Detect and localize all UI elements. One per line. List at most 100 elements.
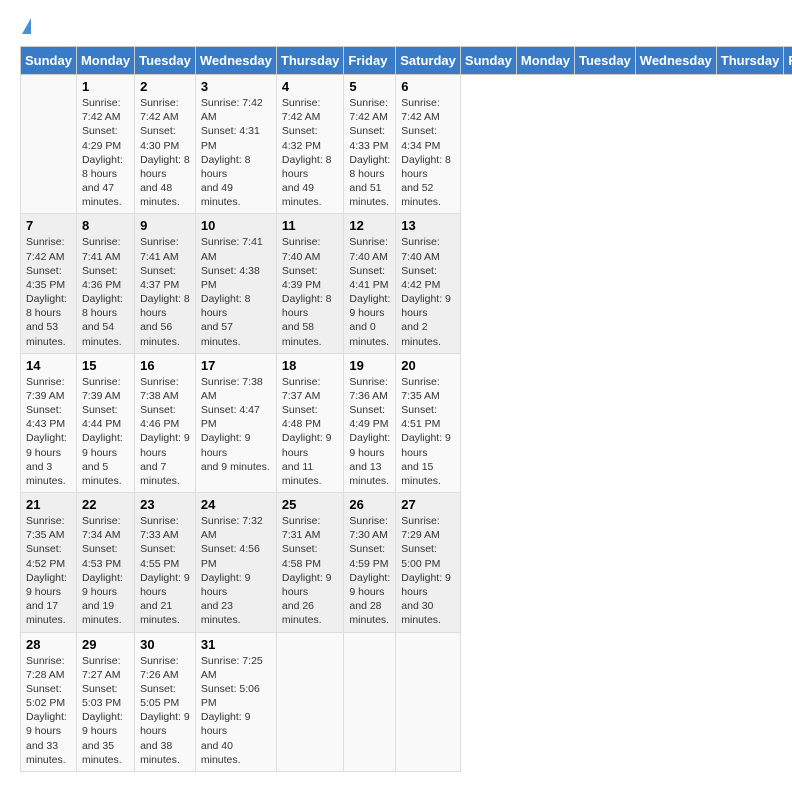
calendar-cell: 10 Sunrise: 7:41 AMSunset: 4:38 PMDayligh… xyxy=(195,214,276,353)
weekday-header-monday: Monday xyxy=(516,47,574,75)
logo-triangle-icon xyxy=(22,18,31,34)
weekday-header-sunday: Sunday xyxy=(21,47,77,75)
day-info: Sunrise: 7:37 AMSunset: 4:48 PMDaylight:… xyxy=(282,375,339,488)
day-info: Sunrise: 7:33 AMSunset: 4:55 PMDaylight:… xyxy=(140,514,190,627)
calendar-cell: 28Sunrise: 7:28 AMSunset: 5:02 PMDayligh… xyxy=(21,632,77,771)
calendar-cell: 12 Sunrise: 7:40 AMSunset: 4:41 PMDayligh… xyxy=(344,214,396,353)
calendar-cell: 16 Sunrise: 7:38 AMSunset: 4:46 PMDayligh… xyxy=(135,353,196,492)
day-info: Sunrise: 7:25 AMSunset: 5:06 PMDaylight:… xyxy=(201,654,271,767)
day-info: Sunrise: 7:38 AMSunset: 4:47 PMDaylight:… xyxy=(201,375,271,474)
day-number: 2 xyxy=(140,79,190,94)
calendar-cell: 22Sunrise: 7:34 AMSunset: 4:53 PMDayligh… xyxy=(76,493,134,632)
day-info: Sunrise: 7:42 AMSunset: 4:35 PMDaylight:… xyxy=(26,235,71,348)
day-number: 25 xyxy=(282,497,339,512)
day-info: Sunrise: 7:29 AMSunset: 5:00 PMDaylight:… xyxy=(401,514,455,627)
calendar-cell: 14 Sunrise: 7:39 AMSunset: 4:43 PMDayligh… xyxy=(21,353,77,492)
calendar-cell: 25 Sunrise: 7:31 AMSunset: 4:58 PMDayligh… xyxy=(276,493,344,632)
calendar-cell xyxy=(344,632,396,771)
calendar-cell: 2 Sunrise: 7:42 AMSunset: 4:30 PMDaylight… xyxy=(135,75,196,214)
day-info: Sunrise: 7:40 AMSunset: 4:41 PMDaylight:… xyxy=(349,235,390,348)
day-number: 27 xyxy=(401,497,455,512)
weekday-header-tuesday: Tuesday xyxy=(575,47,636,75)
weekday-header-wednesday: Wednesday xyxy=(635,47,716,75)
weekday-header-thursday: Thursday xyxy=(276,47,344,75)
day-info: Sunrise: 7:40 AMSunset: 4:42 PMDaylight:… xyxy=(401,235,455,348)
calendar-cell: 31 Sunrise: 7:25 AMSunset: 5:06 PMDayligh… xyxy=(195,632,276,771)
weekday-header-thursday: Thursday xyxy=(716,47,784,75)
calendar-cell: 29 Sunrise: 7:27 AMSunset: 5:03 PMDayligh… xyxy=(76,632,134,771)
day-info: Sunrise: 7:30 AMSunset: 4:59 PMDaylight:… xyxy=(349,514,390,627)
weekday-header-friday: Friday xyxy=(344,47,396,75)
day-info: Sunrise: 7:41 AMSunset: 4:38 PMDaylight:… xyxy=(201,235,271,348)
day-info: Sunrise: 7:31 AMSunset: 4:58 PMDaylight:… xyxy=(282,514,339,627)
day-number: 6 xyxy=(401,79,455,94)
day-number: 21 xyxy=(26,497,71,512)
calendar-week-row: 28Sunrise: 7:28 AMSunset: 5:02 PMDayligh… xyxy=(21,632,792,771)
calendar-week-row: 1Sunrise: 7:42 AMSunset: 4:29 PMDaylight… xyxy=(21,75,792,214)
calendar-cell: 15Sunrise: 7:39 AMSunset: 4:44 PMDayligh… xyxy=(76,353,134,492)
day-number: 28 xyxy=(26,637,71,652)
day-info: Sunrise: 7:35 AMSunset: 4:52 PMDaylight:… xyxy=(26,514,71,627)
day-number: 22 xyxy=(82,497,129,512)
day-number: 26 xyxy=(349,497,390,512)
day-number: 24 xyxy=(201,497,271,512)
calendar-cell: 26 Sunrise: 7:30 AMSunset: 4:59 PMDayligh… xyxy=(344,493,396,632)
day-info: Sunrise: 7:38 AMSunset: 4:46 PMDaylight:… xyxy=(140,375,190,488)
day-info: Sunrise: 7:35 AMSunset: 4:51 PMDaylight:… xyxy=(401,375,455,488)
calendar-cell: 6 Sunrise: 7:42 AMSunset: 4:34 PMDaylight… xyxy=(396,75,461,214)
calendar-cell: 7 Sunrise: 7:42 AMSunset: 4:35 PMDaylight… xyxy=(21,214,77,353)
calendar-cell: 23 Sunrise: 7:33 AMSunset: 4:55 PMDayligh… xyxy=(135,493,196,632)
calendar-cell: 8 Sunrise: 7:41 AMSunset: 4:36 PMDaylight… xyxy=(76,214,134,353)
day-number: 14 xyxy=(26,358,71,373)
day-number: 19 xyxy=(349,358,390,373)
day-number: 10 xyxy=(201,218,271,233)
day-number: 23 xyxy=(140,497,190,512)
day-number: 17 xyxy=(201,358,271,373)
day-info: Sunrise: 7:42 AMSunset: 4:33 PMDaylight:… xyxy=(349,96,390,209)
calendar-cell: 19 Sunrise: 7:36 AMSunset: 4:49 PMDayligh… xyxy=(344,353,396,492)
weekday-header-monday: Monday xyxy=(76,47,134,75)
day-info: Sunrise: 7:42 AMSunset: 4:30 PMDaylight:… xyxy=(140,96,190,209)
calendar-cell: 21 Sunrise: 7:35 AMSunset: 4:52 PMDayligh… xyxy=(21,493,77,632)
weekday-header-tuesday: Tuesday xyxy=(135,47,196,75)
day-number: 8 xyxy=(82,218,129,233)
calendar-cell: 24Sunrise: 7:32 AMSunset: 4:56 PMDayligh… xyxy=(195,493,276,632)
day-info: Sunrise: 7:39 AMSunset: 4:44 PMDaylight:… xyxy=(82,375,129,488)
calendar-cell: 1Sunrise: 7:42 AMSunset: 4:29 PMDaylight… xyxy=(76,75,134,214)
calendar-week-row: 21 Sunrise: 7:35 AMSunset: 4:52 PMDayligh… xyxy=(21,493,792,632)
calendar-cell: 4Sunrise: 7:42 AMSunset: 4:32 PMDaylight… xyxy=(276,75,344,214)
calendar-table: SundayMondayTuesdayWednesdayThursdayFrid… xyxy=(20,46,792,772)
weekday-header-friday: Friday xyxy=(784,47,792,75)
day-info: Sunrise: 7:36 AMSunset: 4:49 PMDaylight:… xyxy=(349,375,390,488)
calendar-cell xyxy=(21,75,77,214)
day-number: 7 xyxy=(26,218,71,233)
day-number: 18 xyxy=(282,358,339,373)
page-header xyxy=(20,20,772,36)
calendar-cell: 17 Sunrise: 7:38 AMSunset: 4:47 PMDayligh… xyxy=(195,353,276,492)
day-info: Sunrise: 7:27 AMSunset: 5:03 PMDaylight:… xyxy=(82,654,129,767)
day-number: 30 xyxy=(140,637,190,652)
day-info: Sunrise: 7:42 AMSunset: 4:31 PMDaylight:… xyxy=(201,96,271,209)
day-info: Sunrise: 7:26 AMSunset: 5:05 PMDaylight:… xyxy=(140,654,190,767)
day-number: 11 xyxy=(282,218,339,233)
day-info: Sunrise: 7:39 AMSunset: 4:43 PMDaylight:… xyxy=(26,375,71,488)
calendar-week-row: 7 Sunrise: 7:42 AMSunset: 4:35 PMDaylight… xyxy=(21,214,792,353)
calendar-cell: 3 Sunrise: 7:42 AMSunset: 4:31 PMDaylight… xyxy=(195,75,276,214)
day-info: Sunrise: 7:41 AMSunset: 4:36 PMDaylight:… xyxy=(82,235,129,348)
day-number: 3 xyxy=(201,79,271,94)
calendar-cell: 13Sunrise: 7:40 AMSunset: 4:42 PMDayligh… xyxy=(396,214,461,353)
day-number: 31 xyxy=(201,637,271,652)
day-number: 4 xyxy=(282,79,339,94)
day-info: Sunrise: 7:41 AMSunset: 4:37 PMDaylight:… xyxy=(140,235,190,348)
calendar-cell: 11Sunrise: 7:40 AMSunset: 4:39 PMDayligh… xyxy=(276,214,344,353)
weekday-header-saturday: Saturday xyxy=(396,47,461,75)
day-number: 29 xyxy=(82,637,129,652)
calendar-cell: 18 Sunrise: 7:37 AMSunset: 4:48 PMDayligh… xyxy=(276,353,344,492)
day-info: Sunrise: 7:42 AMSunset: 4:34 PMDaylight:… xyxy=(401,96,455,209)
weekday-header-wednesday: Wednesday xyxy=(195,47,276,75)
day-number: 12 xyxy=(349,218,390,233)
day-number: 16 xyxy=(140,358,190,373)
calendar-cell xyxy=(396,632,461,771)
day-number: 1 xyxy=(82,79,129,94)
calendar-header-row: SundayMondayTuesdayWednesdayThursdayFrid… xyxy=(21,47,792,75)
